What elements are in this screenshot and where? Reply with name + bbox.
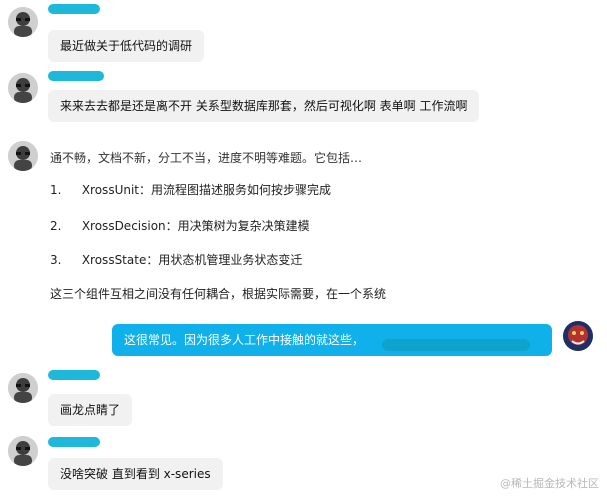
chat-bubble: 画龙点睛了 (48, 394, 133, 426)
quoted-message-row: 通不畅，文档不新，分工不当，进度不明等难题。它包括… 1. XrossUnit：… (0, 134, 607, 320)
message-text: 这很常见。因为很多人工作中接触的就这些， (124, 333, 365, 347)
user-avatar[interactable] (8, 373, 38, 403)
redacted-username (48, 4, 100, 14)
message-row-1: 最近做关于低代码的调研 (0, 0, 607, 65)
message-text: 来来去去都是还是离不开 关系型数据库那套，然后可视化啊 表单啊 工作流啊 (60, 99, 468, 113)
quoted-list-item-2: 2. XrossDecision：用决策树为复杂决策建模 (50, 218, 310, 234)
redacted-username (48, 437, 100, 447)
user-avatar[interactable] (8, 7, 38, 37)
message-text: 画龙点睛了 (60, 403, 121, 417)
redacted-username (48, 71, 104, 81)
avatar-image (8, 141, 38, 171)
message-row-2: 来来去去都是还是离不开 关系型数据库那套，然后可视化啊 表单啊 工作流啊 (0, 66, 607, 134)
quoted-list-item-3: 3. XrossState：用状态机管理业务状态变迁 (50, 252, 302, 268)
list-text: XrossUnit：用流程图描述服务如何按步骤完成 (81, 183, 331, 197)
user-avatar[interactable] (8, 73, 38, 103)
user-avatar[interactable] (8, 141, 38, 171)
quoted-document-card: 通不畅，文档不新，分工不当，进度不明等难题。它包括… 1. XrossUnit：… (38, 134, 424, 314)
self-avatar[interactable] (563, 321, 593, 351)
chat-bubble: 最近做关于低代码的调研 (48, 30, 205, 62)
message-text: 没啥突破 直到看到 x-series (60, 467, 211, 481)
message-row-4: 画龙点睛了 (0, 368, 607, 432)
quoted-partial-line: 通不畅，文档不新，分工不当，进度不明等难题。它包括… (50, 151, 363, 165)
avatar-image (563, 321, 593, 351)
avatar-image (8, 7, 38, 37)
list-text: XrossDecision：用决策树为复杂决策建模 (81, 219, 310, 233)
redacted-text (382, 339, 530, 351)
user-avatar[interactable] (8, 436, 38, 466)
chat-bubble: 没啥突破 直到看到 x-series (48, 458, 223, 490)
watermark: @稀土掘金技术社区 (500, 477, 599, 490)
list-number: 1. (50, 183, 62, 197)
message-row-self: 这很常见。因为很多人工作中接触的就这些， (0, 321, 607, 366)
chat-bubble: 来来去去都是还是离不开 关系型数据库那套，然后可视化啊 表单啊 工作流啊 (48, 90, 480, 122)
quoted-list-item-1: 1. XrossUnit：用流程图描述服务如何按步骤完成 (50, 182, 331, 198)
avatar-image (8, 436, 38, 466)
list-number: 2. (50, 219, 62, 233)
quoted-summary-line: 这三个组件互相之间没有任何耦合，根据实际需要，在一个系统 (50, 287, 387, 301)
avatar-image (8, 73, 38, 103)
message-text: 最近做关于低代码的调研 (60, 39, 193, 53)
redacted-username (48, 370, 100, 380)
list-text: XrossState：用状态机管理业务状态变迁 (81, 253, 303, 267)
list-number: 3. (50, 253, 62, 267)
avatar-image (8, 373, 38, 403)
